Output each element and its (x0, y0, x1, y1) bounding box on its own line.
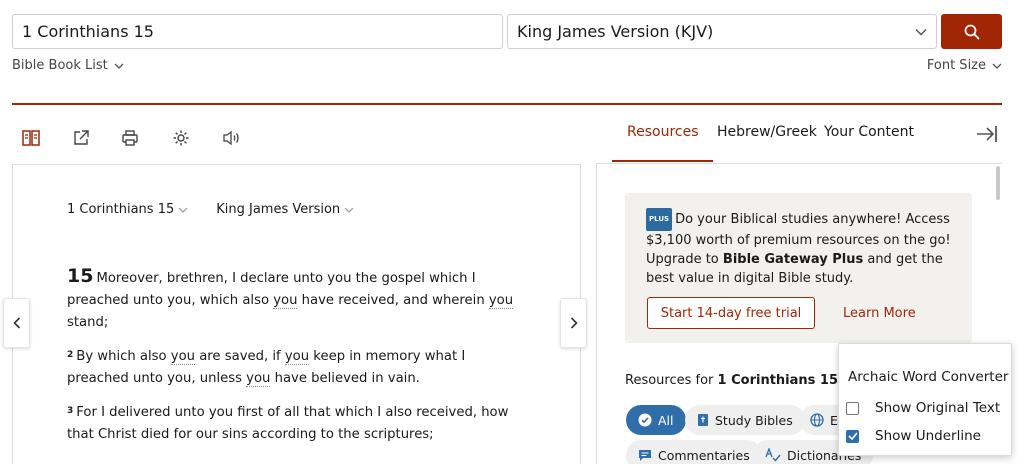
filter-chip-commentaries[interactable]: Commentaries (626, 440, 762, 464)
chevron-down-icon (178, 207, 188, 213)
print-icon (122, 130, 138, 146)
show-underline-checkbox[interactable] (846, 429, 859, 443)
promo-text: PLUS Do your Biblical studies anywhere! A… (646, 208, 956, 288)
settings-button[interactable] (167, 124, 195, 152)
gear-icon (173, 130, 189, 146)
chevron-down-icon (344, 207, 354, 213)
verse-1: 15 Moreover, brethren, I declare unto you… (67, 265, 514, 330)
chevron-down-icon (915, 28, 927, 36)
parallel-book-icon (22, 130, 40, 146)
tab-hebrew-greek[interactable]: Hebrew/Greek (717, 124, 817, 140)
share-button[interactable] (67, 124, 95, 152)
passage-search-input[interactable] (12, 14, 503, 49)
verse-3: 3 For I delivered unto you first of all t… (67, 405, 509, 442)
next-chapter-button[interactable] (560, 298, 587, 348)
chevron-down-icon (992, 63, 1002, 69)
show-original-text-option[interactable]: Show Original Text (846, 400, 1000, 416)
filter-chip-encyclopedias[interactable]: E (800, 405, 838, 435)
version-select[interactable]: King James Version (KJV) (507, 14, 937, 49)
show-underline-option[interactable]: Show Underline (846, 428, 981, 444)
collapse-right-icon (977, 126, 997, 142)
plus-badge: PLUS (646, 208, 673, 231)
filter-chip-study-bibles[interactable]: Study Bibles (685, 405, 805, 435)
parallel-view-button[interactable] (17, 124, 45, 152)
show-original-text-checkbox[interactable] (846, 401, 859, 415)
checkmark-icon (847, 432, 858, 440)
archaic-word[interactable]: you (170, 349, 196, 365)
tab-your-content[interactable]: Your Content (824, 124, 914, 140)
version-select-value: King James Version (KJV) (517, 22, 714, 41)
popup-title: Archaic Word Converter (848, 369, 1009, 385)
chevron-down-icon (114, 63, 124, 69)
archaic-word[interactable]: you (488, 293, 514, 309)
verse-2: 2 By which also you are saved, if you kee… (67, 349, 466, 387)
passage-version-dropdown[interactable]: King James Version (216, 202, 354, 217)
collapse-panel-button[interactable] (973, 120, 1001, 148)
audio-button[interactable] (218, 124, 246, 152)
passage-header: 1 Corinthians 15 King James Version (67, 202, 354, 217)
font-size-link[interactable]: Font Size (927, 58, 1002, 73)
previous-chapter-button[interactable] (3, 298, 30, 348)
archaic-word[interactable]: you (273, 293, 298, 309)
globe-icon (810, 413, 824, 427)
resources-scrollbar[interactable] (996, 166, 1000, 200)
verse-number: 3 (67, 406, 74, 416)
print-button[interactable] (116, 124, 144, 152)
archaic-word[interactable]: you (246, 371, 271, 387)
bible-icon (698, 414, 708, 426)
archaic-word[interactable]: you (284, 349, 310, 365)
chevron-left-icon (12, 317, 20, 329)
external-link-icon (74, 130, 89, 145)
chevron-right-icon (570, 317, 578, 329)
learn-more-link[interactable]: Learn More (843, 306, 916, 321)
search-icon (964, 24, 979, 39)
checkmark-circle-icon (638, 413, 652, 427)
verse-number: 2 (67, 350, 74, 360)
passage-reference-dropdown[interactable]: 1 Corinthians 15 (67, 202, 188, 217)
spell-check-icon (765, 448, 781, 462)
search-button[interactable] (941, 14, 1002, 49)
bible-book-list-link[interactable]: Bible Book List (12, 58, 124, 73)
header-divider (12, 103, 1002, 105)
chapter-number: 15 (67, 265, 94, 287)
speaker-icon (223, 130, 239, 146)
filter-chip-all[interactable]: All (626, 405, 686, 435)
start-free-trial-button[interactable]: Start 14-day free trial (647, 297, 815, 329)
tab-resources[interactable]: Resources (627, 124, 699, 140)
active-tab-indicator (612, 160, 713, 162)
comment-icon (639, 450, 651, 461)
resources-for-heading: Resources for 1 Corinthians 15 (625, 373, 839, 388)
